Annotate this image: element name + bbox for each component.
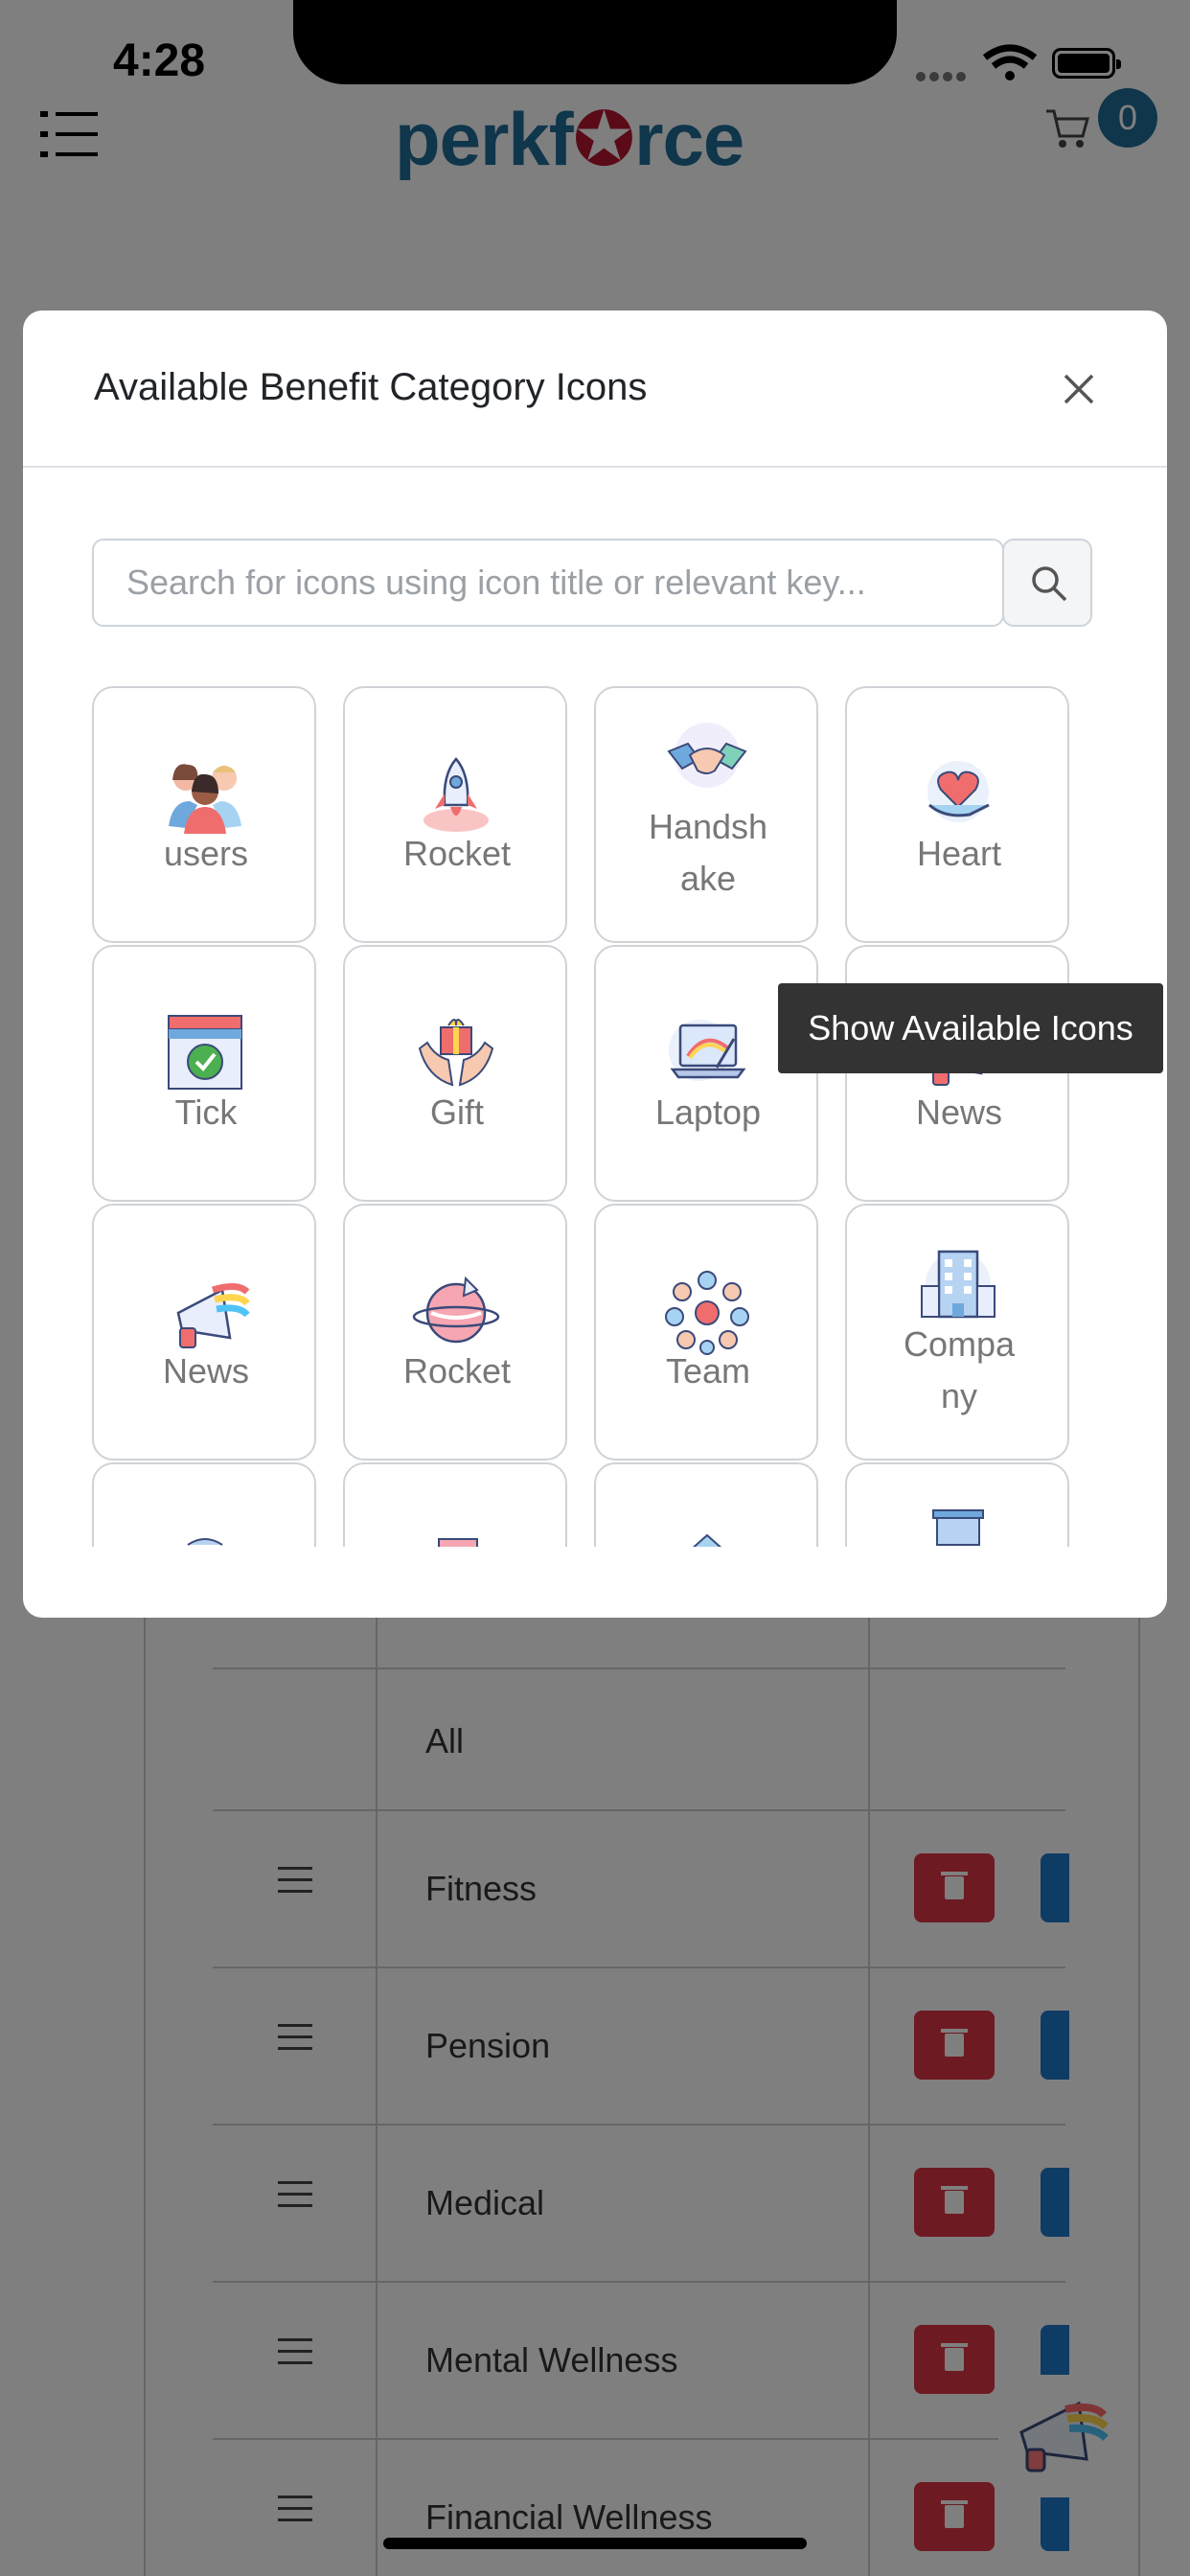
icon-label: News [162,1351,250,1391]
icon-grid: users Rocket Handsh ake Heart Tick Gift … [92,686,1136,1547]
gift-icon [418,1019,494,1087]
icon-label: Heart [916,834,1002,873]
icon-tile-handshake[interactable]: Handsh ake [594,686,818,943]
building-icon [932,1509,984,1546]
icon-tile-news[interactable]: News [92,1204,316,1460]
icon-tile-users[interactable]: users [92,686,316,943]
store-icon [438,1538,478,1547]
icon-tile-rocket[interactable]: Rocket [343,686,567,943]
icon-tile-heart[interactable]: Heart [845,686,1069,943]
icon-label: users [163,834,249,873]
search-button[interactable] [1002,539,1092,627]
modal-title: Available Benefit Category Icons [94,366,648,408]
icon-label: Team [665,1351,751,1391]
icon-tile-partial[interactable] [594,1462,818,1547]
show-icons-tooltip: Show Available Icons [778,983,1163,1073]
laptop-icon [669,1020,746,1081]
icon-tile-company[interactable]: Compa ny [845,1204,1069,1460]
handshake-icon [667,723,747,788]
icon-tile-partial[interactable] [845,1462,1069,1547]
tick-icon [168,1015,242,1090]
icon-tile-gift[interactable]: Gift [343,945,567,1202]
icon-label: Handsh ake [648,807,768,898]
shield-icon [187,1538,223,1546]
modal-header: Available Benefit Category Icons [23,310,1167,468]
app-screen: 4:28 perkf✪rce 0 All Fitness [0,0,1190,2576]
icon-label: Laptop [654,1092,762,1132]
icon-tile-partial[interactable] [343,1462,567,1547]
icon-tile-tick[interactable]: Tick [92,945,316,1202]
search-icon [1032,566,1067,602]
team-icon [665,1271,749,1355]
company-icon [921,1250,995,1319]
users-icon [169,764,241,834]
icon-search-input[interactable] [92,539,1004,627]
icon-label: Tick [174,1092,238,1132]
icon-label: Gift [429,1092,484,1132]
close-icon[interactable] [1060,370,1098,408]
icon-tile-partial[interactable] [92,1462,316,1547]
icon-label: News [915,1092,1003,1132]
mountain-icon [692,1533,722,1547]
icon-label: Compa ny [903,1324,1016,1415]
rocket-planet-icon [412,1276,500,1344]
icon-picker-modal: Available Benefit Category Icons Search … [23,310,1167,1618]
icon-label: Rocket [402,834,512,873]
rocket-icon [423,757,489,832]
news-icon [176,1283,250,1348]
icon-tile-rocket[interactable]: Rocket [343,1204,567,1460]
icon-label: Rocket [402,1351,512,1391]
heart-icon [927,761,990,822]
icon-tile-team[interactable]: Team [594,1204,818,1460]
